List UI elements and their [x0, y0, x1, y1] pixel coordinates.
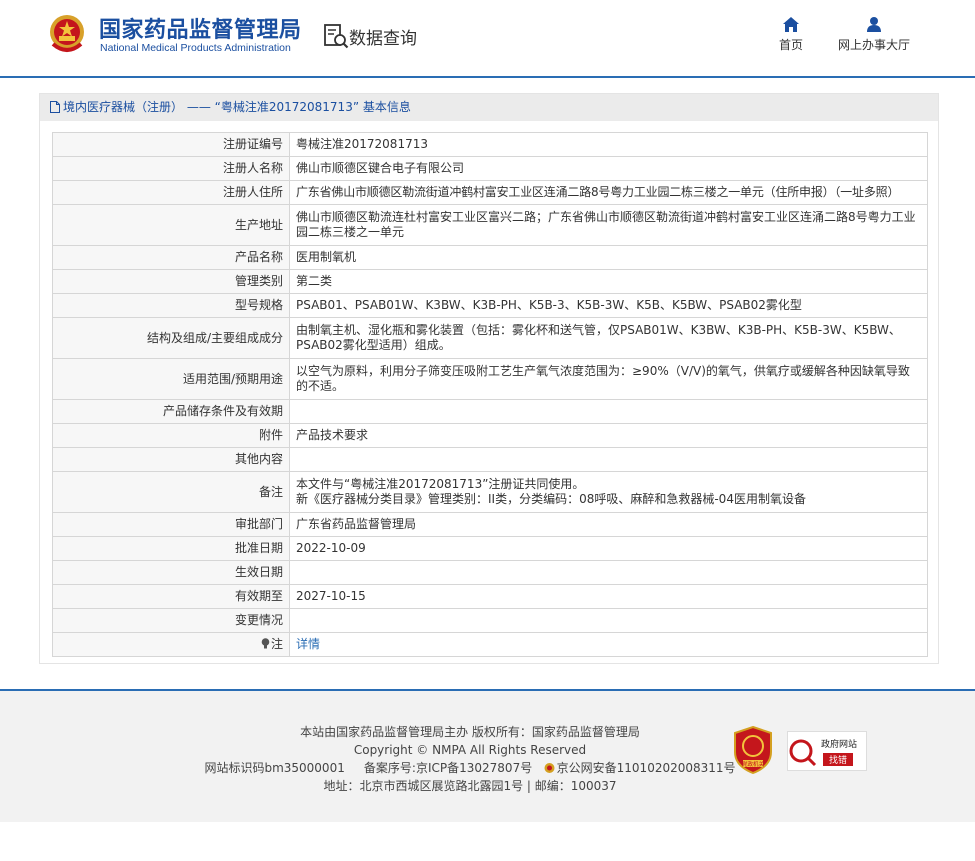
row-value	[289, 608, 928, 633]
police-badge-icon	[544, 763, 555, 773]
table-row: 有效期至 2027-10-15	[52, 584, 928, 609]
panel-header: 境内医疗器械（注册） —— “粤械注准20172081713” 基本信息	[40, 94, 938, 121]
row-label: 产品储存条件及有效期	[52, 399, 290, 424]
footer-sponsor: 本站由国家药品监督管理局主办 版权所有：国家药品监督管理局	[300, 725, 640, 739]
police-record-link[interactable]: 京公网安备11010202008311号	[557, 759, 736, 777]
table-row: 生产地址 佛山市顺德区勒流连杜村富安工业区富兴二路；广东省佛山市顺德区勒流街道冲…	[52, 204, 928, 246]
site-header: 国家药品监督管理局 National Medical Products Admi…	[0, 0, 975, 78]
row-label: 适用范围/预期用途	[52, 358, 290, 400]
registration-info-table: 注册证编号 粤械注准20172081713 注册人名称 佛山市顺德区键合电子有限…	[52, 132, 928, 657]
table-row: 生效日期	[52, 560, 928, 585]
row-value: 以空气为原料，利用分子筛变压吸附工艺生产氧气浓度范围为：≥90%（V/V)的氧气…	[289, 358, 928, 400]
table-row: 结构及组成/主要组成成分 由制氧主机、湿化瓶和雾化装置（包括：雾化杯和送气管，仅…	[52, 317, 928, 359]
nav-home-label: 首页	[778, 38, 803, 52]
national-emblem-icon	[50, 15, 84, 52]
row-label: 注册人名称	[52, 156, 290, 181]
panel-title: 境内医疗器械（注册） —— “粤械注准20172081713” 基本信息	[63, 100, 411, 114]
table-row: 注册人名称 佛山市顺德区键合电子有限公司	[52, 156, 928, 181]
row-label: 批准日期	[52, 536, 290, 561]
nav-online-service-hall[interactable]: 网上办事大厅	[836, 17, 912, 53]
row-value: 广东省佛山市顺德区勒流街道冲鹤村富安工业区连涌二路8号粤力工业园二栋三楼之一单元…	[289, 180, 928, 205]
note-label: 注	[270, 637, 283, 651]
page-bottom-margin	[0, 822, 975, 861]
row-label: 型号规格	[52, 293, 290, 318]
row-label: 生产地址	[52, 204, 290, 246]
row-label: 审批部门	[52, 512, 290, 537]
lightbulb-icon	[261, 638, 270, 649]
row-value: 2022-10-09	[289, 536, 928, 561]
row-label: 管理类别	[52, 269, 290, 294]
user-icon	[867, 17, 881, 32]
row-value: PSAB01、PSAB01W、K3BW、K3B-PH、K5B-3、K5B-3W、…	[289, 293, 928, 318]
row-value: 产品技术要求	[289, 423, 928, 448]
detail-panel: 境内医疗器械（注册） —— “粤械注准20172081713” 基本信息 注册证…	[39, 93, 939, 664]
badge-gov-action: 找错	[829, 754, 847, 766]
icp-link[interactable]: 备案序号:京ICP备13027807号	[364, 759, 532, 777]
row-label: 备注	[52, 471, 290, 513]
row-label: 注册证编号	[52, 132, 290, 157]
row-value: 2027-10-15	[289, 584, 928, 609]
data-query-label[interactable]: 数据查询	[349, 24, 417, 49]
nav-home[interactable]: 首页	[776, 17, 806, 53]
nav-hall-label: 网上办事大厅	[837, 38, 910, 52]
row-label: 附件	[52, 423, 290, 448]
row-value	[289, 560, 928, 585]
footer-copyright: Copyright © NMPA All Rights Reserved	[353, 743, 587, 757]
remark-line-2: 新《医疗器械分类目录》管理类别：II类，分类编码：08呼吸、麻醉和急救器械-04…	[296, 492, 806, 506]
footer-registration: 网站标识码bm35000001 备案序号:京ICP备13027807号 京公网安…	[180, 759, 760, 777]
table-row: 附件 产品技术要求	[52, 423, 928, 448]
table-row: 注册证编号 粤械注准20172081713	[52, 132, 928, 157]
search-document-icon	[324, 24, 349, 49]
row-value: 广东省药品监督管理局	[289, 512, 928, 537]
row-label-note: 注	[52, 632, 290, 657]
table-row: 审批部门 广东省药品监督管理局	[52, 512, 928, 537]
details-link[interactable]: 详情	[296, 637, 320, 651]
row-value: 医用制氧机	[289, 245, 928, 270]
party-government-badge-icon[interactable]: 党政机关	[733, 726, 773, 774]
badge-party-text: 党政机关	[742, 760, 765, 768]
site-title: 国家药品监督管理局	[99, 18, 302, 43]
table-row: 产品名称 医用制氧机	[52, 245, 928, 270]
footer-text: 本站由国家药品监督管理局主办 版权所有：国家药品监督管理局 Copyright …	[180, 723, 760, 795]
table-row: 型号规格 PSAB01、PSAB01W、K3BW、K3B-PH、K5B-3、K5…	[52, 293, 928, 318]
site-subtitle: National Medical Products Administration	[100, 42, 291, 54]
footer-address: 地址：北京市西城区展览路北露园1号 | 邮编：100037	[323, 779, 617, 793]
row-value: 粤械注准20172081713	[289, 132, 928, 157]
row-value: 佛山市顺德区勒流连杜村富安工业区富兴二路；广东省佛山市顺德区勒流街道冲鹤村富安工…	[289, 204, 928, 246]
table-row: 注 详情	[52, 632, 928, 657]
table-row: 批准日期 2022-10-09	[52, 536, 928, 561]
table-row: 产品储存条件及有效期	[52, 399, 928, 424]
table-row: 变更情况	[52, 608, 928, 633]
row-value: 佛山市顺德区键合电子有限公司	[289, 156, 928, 181]
row-value: 详情	[289, 632, 928, 657]
remark-line-1: 本文件与“粤械注准20172081713”注册证共同使用。	[296, 477, 585, 491]
row-label: 生效日期	[52, 560, 290, 585]
row-label: 其他内容	[52, 447, 290, 472]
table-row: 适用范围/预期用途 以空气为原料，利用分子筛变压吸附工艺生产氧气浓度范围为：≥9…	[52, 358, 928, 400]
table-row: 其他内容	[52, 447, 928, 472]
site-footer: 本站由国家药品监督管理局主办 版权所有：国家药品监督管理局 Copyright …	[0, 689, 975, 822]
row-value	[289, 399, 928, 424]
home-icon	[783, 17, 799, 32]
row-label: 变更情况	[52, 608, 290, 633]
row-value: 由制氧主机、湿化瓶和雾化装置（包括：雾化杯和送气管，仅PSAB01W、K3BW、…	[289, 317, 928, 359]
table-row: 备注 本文件与“粤械注准20172081713”注册证共同使用。 新《医疗器械分…	[52, 471, 928, 513]
gov-site-error-report-badge[interactable]: 政府网站 找错	[787, 731, 867, 771]
row-value: 第二类	[289, 269, 928, 294]
badge-gov-title: 政府网站	[821, 738, 857, 750]
row-value	[289, 447, 928, 472]
row-label: 注册人住所	[52, 180, 290, 205]
row-value: 本文件与“粤械注准20172081713”注册证共同使用。 新《医疗器械分类目录…	[289, 471, 928, 513]
table-row: 管理类别 第二类	[52, 269, 928, 294]
row-label: 结构及组成/主要组成成分	[52, 317, 290, 359]
document-icon	[50, 101, 60, 113]
row-label: 有效期至	[52, 584, 290, 609]
site-id: 网站标识码bm35000001	[204, 761, 345, 775]
row-label: 产品名称	[52, 245, 290, 270]
table-row: 注册人住所 广东省佛山市顺德区勒流街道冲鹤村富安工业区连涌二路8号粤力工业园二栋…	[52, 180, 928, 205]
